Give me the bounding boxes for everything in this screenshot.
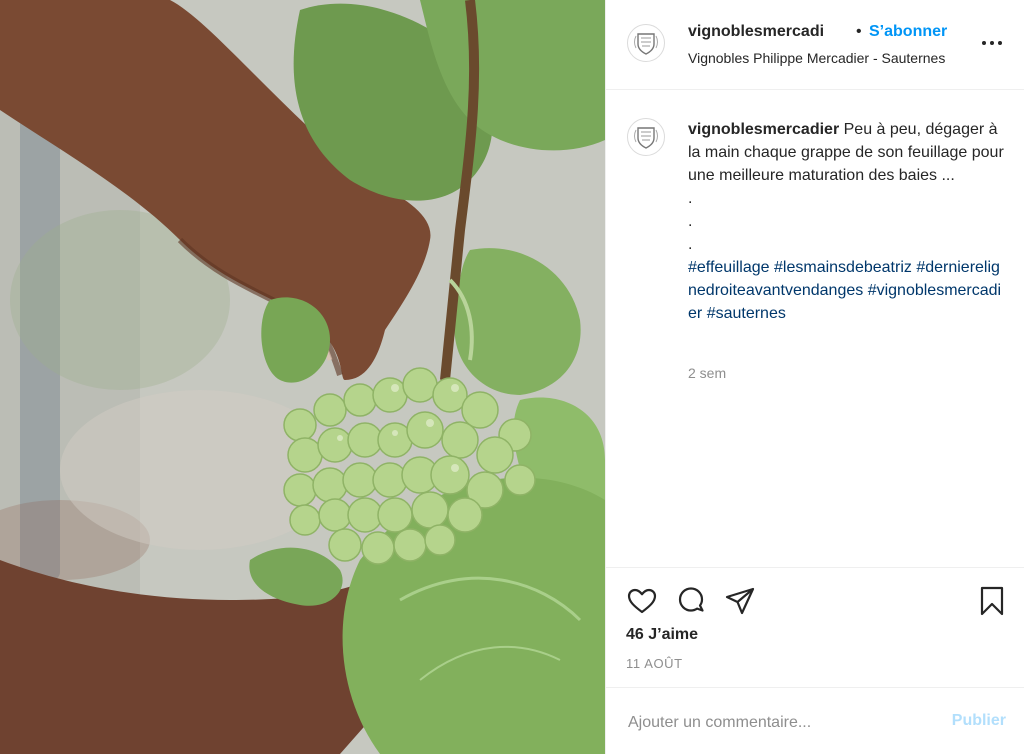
caption-dots: . . . <box>688 187 1008 256</box>
header-separator: • <box>856 23 862 40</box>
hashtag-link[interactable]: #effeuillage <box>688 259 770 276</box>
comment-icon[interactable] <box>675 585 707 617</box>
comment-input[interactable] <box>626 708 920 738</box>
heart-icon[interactable] <box>626 585 658 617</box>
grape-photo <box>0 0 605 754</box>
comment-bar: Publier <box>606 687 1024 754</box>
caption-dot: . <box>688 236 693 253</box>
caption-time-ago[interactable]: 2 sem <box>688 365 726 381</box>
hashtag-link[interactable]: #sauternes <box>707 305 786 322</box>
hashtag-list: #effeuillage #lesmainsdebeatriz #dernier… <box>688 256 1008 325</box>
share-icon[interactable] <box>724 585 756 617</box>
winery-crest-icon <box>634 127 658 149</box>
publish-button[interactable]: Publier <box>952 712 1006 730</box>
post-header: vignoblesmercadi • S’abonner Vignobles P… <box>606 0 1024 90</box>
more-horizontal-icon[interactable] <box>982 38 1006 48</box>
avatar[interactable] <box>627 24 665 62</box>
follow-button[interactable]: S’abonner <box>869 23 947 41</box>
author-username[interactable]: vignoblesmercadi <box>688 23 824 41</box>
winery-crest-icon <box>634 33 658 55</box>
post-side-panel: vignoblesmercadi • S’abonner Vignobles P… <box>605 0 1024 754</box>
post-photo[interactable] <box>0 0 605 754</box>
post-actions: 46 J’aime 11 AOÛT <box>606 567 1024 687</box>
post-caption: vignoblesmercadier Peu à peu, dégager à … <box>688 118 1008 325</box>
caption-text-block: vignoblesmercadier Peu à peu, dégager à … <box>688 118 1008 187</box>
like-count[interactable]: 46 J’aime <box>626 626 698 644</box>
caption-dot: . <box>688 213 693 230</box>
caption-dot: . <box>688 190 693 207</box>
post-date[interactable]: 11 AOÛT <box>626 656 683 671</box>
bookmark-icon[interactable] <box>976 585 1008 617</box>
caption-username[interactable]: vignoblesmercadier <box>688 121 839 138</box>
caption-avatar[interactable] <box>627 118 665 156</box>
post-location[interactable]: Vignobles Philippe Mercadier - Sauternes <box>688 50 1004 66</box>
instagram-post: vignoblesmercadi • S’abonner Vignobles P… <box>0 0 1024 754</box>
hashtag-link[interactable]: #lesmainsdebeatriz <box>774 259 912 276</box>
